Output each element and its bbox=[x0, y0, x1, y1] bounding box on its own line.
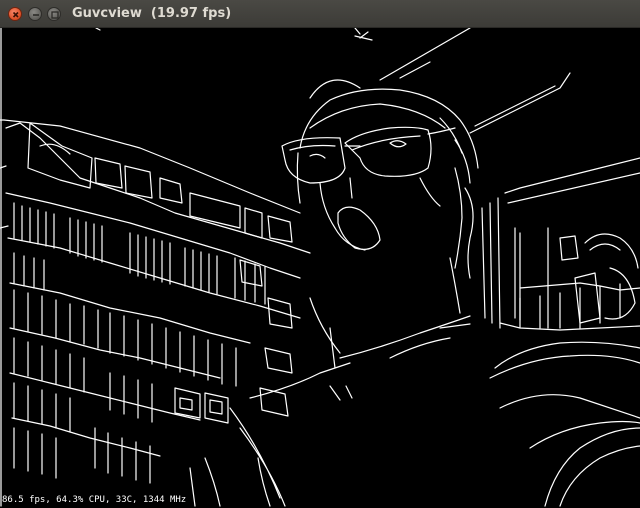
performance-overlay: 86.5 fps, 64.3% CPU, 33C, 1344 MHz bbox=[2, 495, 187, 505]
minimize-icon bbox=[33, 14, 39, 16]
edge-detected-frame bbox=[0, 28, 640, 507]
close-button[interactable] bbox=[8, 7, 22, 21]
minimize-button[interactable] bbox=[28, 7, 42, 21]
maximize-button[interactable] bbox=[47, 7, 61, 21]
maximize-icon bbox=[51, 11, 59, 19]
guvcview-window: Guvcview (19.97 fps) 86.5 fps, 64.3% CPU… bbox=[0, 0, 640, 508]
window-title: Guvcview (19.97 fps) bbox=[72, 6, 232, 21]
close-icon bbox=[12, 11, 19, 18]
title-bar[interactable]: Guvcview (19.97 fps) bbox=[0, 0, 640, 28]
video-preview[interactable]: 86.5 fps, 64.3% CPU, 33C, 1344 MHz bbox=[0, 28, 640, 508]
